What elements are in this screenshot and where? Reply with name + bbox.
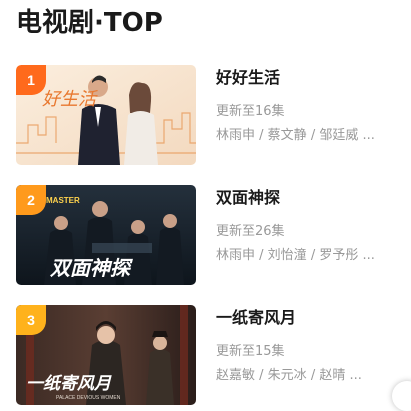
rank-badge: 2 (16, 185, 46, 215)
actor-link[interactable]: 朱元冰 (268, 368, 307, 383)
actor-link[interactable]: 赵嘉敏 (216, 368, 255, 383)
svg-text:好生活: 好生活 (42, 89, 98, 110)
section-title: 电视剧·TOP (16, 8, 163, 38)
drama-title[interactable]: 双面神探 (216, 187, 406, 209)
cast-list: 林雨申 / 刘怡潼 / 罗予彤 ... (216, 248, 375, 263)
svg-text:MASTER: MASTER (46, 196, 80, 205)
actor-link[interactable]: 林雨申 (216, 128, 255, 143)
svg-text:双面神探: 双面神探 (49, 256, 133, 280)
update-status: 更新至26集 (216, 224, 285, 239)
update-status: 更新至16集 (216, 104, 285, 119)
actor-link[interactable]: 林雨申 (216, 248, 255, 263)
svg-text:PALACE DEVIOUS WOMEN: PALACE DEVIOUS WOMEN (56, 395, 121, 401)
actor-link[interactable]: 刘怡潼 (268, 248, 307, 263)
svg-text:一纸寄风月: 一纸寄风月 (26, 374, 112, 394)
drama-item[interactable]: 好生活 1 好好生活 更新至16集 林雨申 / 蔡文静 / 邹廷威 ... (16, 65, 406, 165)
cast-list: 林雨申 / 蔡文静 / 邹廷威 ... (216, 128, 375, 143)
rank-badge: 1 (16, 65, 46, 95)
cast-list: 赵嘉敏 / 朱元冰 / 赵晴 ... (216, 368, 362, 383)
drama-poster[interactable]: 一纸寄风月 PALACE DEVIOUS WOMEN 3 (16, 305, 196, 405)
actor-link[interactable]: 罗予彤 (319, 248, 358, 263)
actor-link[interactable]: 蔡文静 (268, 128, 307, 143)
update-status: 更新至15集 (216, 344, 285, 359)
drama-item[interactable]: MASTER 双面神探 2 双面神探 更新至26集 林雨申 / 刘怡潼 / 罗予… (16, 185, 406, 285)
actor-link[interactable]: 赵晴 (319, 368, 345, 383)
actor-link[interactable]: 邹廷威 (319, 128, 358, 143)
drama-title[interactable]: 一纸寄风月 (216, 307, 406, 329)
drama-poster[interactable]: MASTER 双面神探 2 (16, 185, 196, 285)
drama-poster[interactable]: 好生活 1 (16, 65, 196, 165)
floating-action-button[interactable] (392, 381, 411, 411)
drama-title[interactable]: 好好生活 (216, 67, 406, 89)
rank-badge: 3 (16, 305, 46, 335)
drama-item[interactable]: 一纸寄风月 PALACE DEVIOUS WOMEN 3 一纸寄风月 更新至15… (16, 305, 406, 405)
